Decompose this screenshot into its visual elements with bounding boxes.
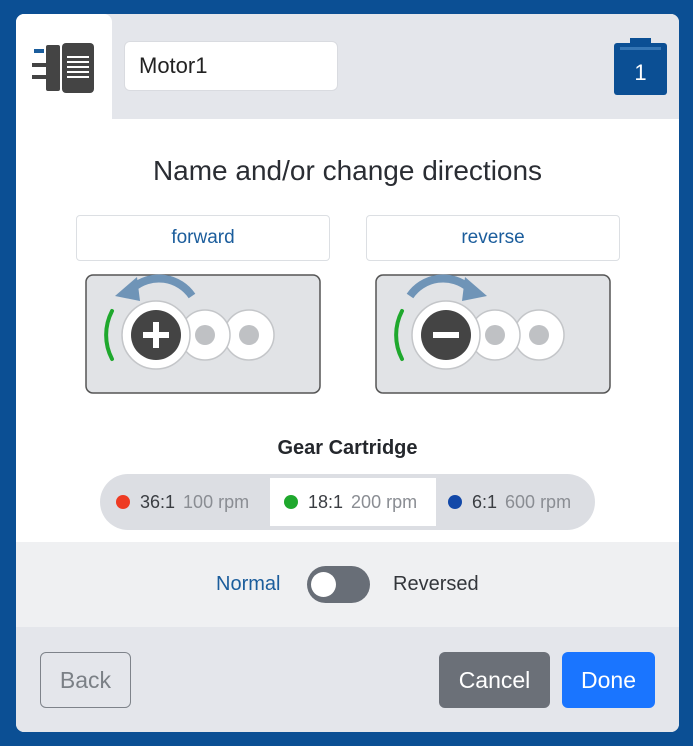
gear-cartridge-label: Gear Cartridge — [277, 437, 418, 459]
direction-panel: Name and/or change directions forward re… — [16, 119, 679, 542]
gear-option-6-1[interactable]: 6:1 600 rpm — [448, 478, 588, 526]
gear-ratio: 6:1 — [472, 491, 498, 512]
normal-label[interactable]: Normal — [216, 573, 280, 596]
reversed-label[interactable]: Reversed — [393, 573, 479, 596]
forward-name-button[interactable]: forward — [76, 215, 330, 261]
reverse-name-button[interactable]: reverse — [366, 215, 620, 261]
minus-icon — [421, 310, 471, 360]
reverse-direction-image[interactable] — [375, 274, 611, 395]
back-button[interactable]: Back — [40, 652, 131, 708]
green-dot-icon — [284, 495, 298, 509]
plus-icon — [131, 310, 181, 360]
done-button[interactable]: Done — [562, 652, 655, 708]
motor-tab — [16, 14, 112, 119]
gear-option-36-1[interactable]: 36:1 100 rpm — [116, 478, 266, 526]
forward-direction-image[interactable] — [85, 274, 321, 395]
gear-rpm: 100 rpm — [183, 491, 250, 512]
direction-toggle-row: Normal Reversed — [16, 542, 679, 627]
port-number: 1 — [634, 59, 647, 85]
red-dot-icon — [116, 495, 130, 509]
gear-ratio: 18:1 — [308, 491, 344, 512]
dialog-footer: Back Cancel Done — [16, 627, 679, 732]
blue-dot-icon — [448, 495, 462, 509]
gear-rpm: 600 rpm — [505, 491, 572, 512]
motor-config-dialog: 1 Name and/or change directions forward … — [16, 14, 679, 732]
gear-rpm: 200 rpm — [351, 491, 418, 512]
direction-toggle-switch[interactable] — [307, 566, 370, 603]
gear-option-18-1[interactable]: 18:1 200 rpm — [270, 478, 436, 526]
dialog-header: 1 — [16, 14, 679, 119]
motor-name-input[interactable] — [124, 41, 338, 91]
gear-cartridge-selector: 36:1 100 rpm 18:1 200 rpm 6:1 600 rpm — [100, 474, 595, 530]
motor-icon — [32, 43, 94, 93]
cancel-button[interactable]: Cancel — [439, 652, 550, 708]
toggle-knob — [311, 572, 336, 597]
gear-ratio: 36:1 — [140, 491, 176, 512]
page-title: Name and/or change directions — [152, 155, 543, 186]
